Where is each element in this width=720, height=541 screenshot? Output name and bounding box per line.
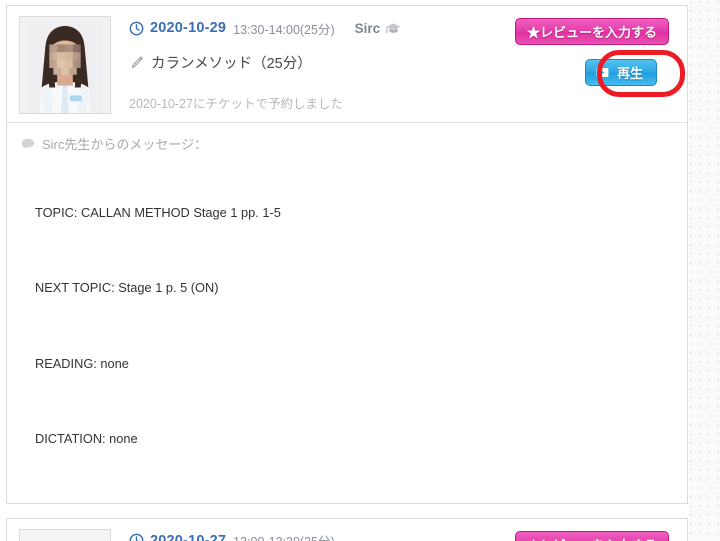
lesson-date: 2020-10-27 <box>150 532 227 541</box>
teacher-name[interactable]: Sirc <box>355 21 381 36</box>
play-button-wrap: 再生 <box>584 59 657 86</box>
teacher-message-header: Sirc先生からのメッセージ： <box>21 134 673 153</box>
lesson-card-actions: ★レビューを入力する 再生 <box>513 18 673 114</box>
lesson-time-range: 13:00-13:30(25分) <box>233 531 334 541</box>
message-line: DICTATION: none <box>35 431 138 447</box>
lesson-card-main: 2020-10-29 13:30-14:00(25分) Sirc カランメソッド… <box>7 6 687 122</box>
write-review-label: ★レビューを入力する <box>527 535 657 541</box>
speech-bubble-icon <box>21 138 35 150</box>
message-line: NEXT TOPIC: Stage 1 p. 5 (ON) <box>35 280 219 296</box>
write-review-label: ★レビューを入力する <box>526 25 657 40</box>
teacher-message-title: Sirc先生からのメッセージ： <box>42 137 208 152</box>
lesson-title: カランメソッド（25分） <box>151 55 312 72</box>
lesson-card: 2020-10-29 13:30-14:00(25分) Sirc カランメソッド… <box>6 5 688 504</box>
lesson-card-actions: ★レビューを入力する 再生 <box>513 530 673 541</box>
clock-icon <box>129 21 144 36</box>
clock-icon <box>129 533 144 541</box>
play-recording-button[interactable]: 再生 <box>584 59 657 86</box>
lesson-date: 2020-10-29 <box>150 20 227 36</box>
teacher-message-body: TOPIC: CALLAN METHOD Stage 1 pp. 1-5 NEX… <box>21 163 673 489</box>
lesson-card: 2020-10-27 13:00-13:30(25分) First Time L… <box>6 517 688 541</box>
lesson-time-range: 13:30-14:00(25分) <box>233 22 335 37</box>
play-recording-label: 再生 <box>616 66 643 81</box>
avatar <box>19 528 111 541</box>
teacher-message-block: Sirc先生からのメッセージ： TOPIC: CALLAN METHOD Sta… <box>7 122 687 503</box>
lesson-list: 2020-10-29 13:30-14:00(25分) Sirc カランメソッド… <box>0 0 694 541</box>
lesson-card-main: 2020-10-27 13:00-13:30(25分) First Time L… <box>7 519 687 541</box>
graduation-cap-icon <box>385 21 402 36</box>
message-line: READING: none <box>35 355 129 371</box>
write-review-button[interactable]: ★レビューを入力する <box>514 530 669 541</box>
video-icon <box>596 67 609 78</box>
avatar <box>19 16 111 114</box>
lesson-history-page: 2020-10-29 13:30-14:00(25分) Sirc カランメソッド… <box>0 0 720 541</box>
write-review-button[interactable]: ★レビューを入力する <box>514 18 669 45</box>
pencil-icon <box>129 55 144 70</box>
message-line: TOPIC: CALLAN METHOD Stage 1 pp. 1-5 <box>35 204 281 220</box>
